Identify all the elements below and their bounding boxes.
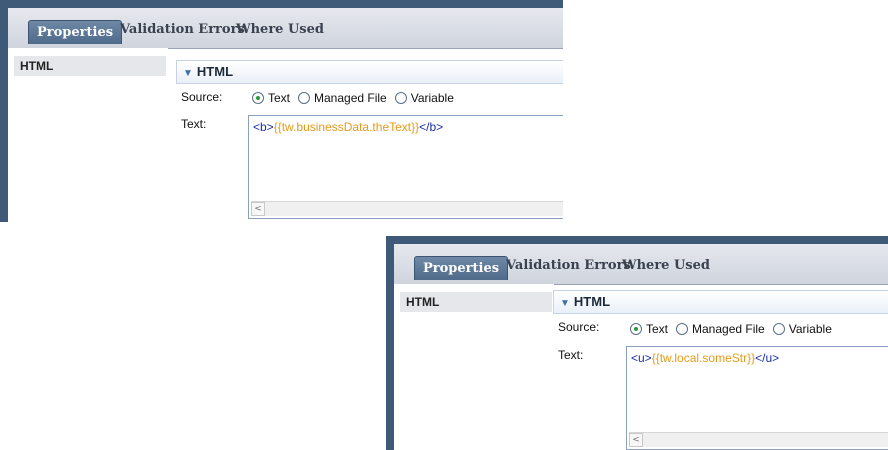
radio-variable-label: Variable [788, 322, 832, 336]
tab-where-used[interactable]: Where Used [236, 22, 324, 37]
radio-variable[interactable]: Variable [394, 91, 454, 105]
code-line: <b>{{tw.businessData.theText}}</b> [253, 120, 443, 134]
text-label: Text: [558, 348, 584, 362]
window-frame-left [386, 236, 394, 450]
radio-text-label: Text [268, 91, 291, 105]
section-header-html[interactable]: ▼ HTML [176, 60, 563, 84]
sidebar-item-html[interactable]: HTML [14, 56, 166, 76]
sidebar: HTML [8, 48, 168, 222]
source-radio-group: Text Managed File Variable [252, 91, 462, 105]
tab-properties[interactable]: Properties [414, 256, 509, 280]
radio-unselected-icon [772, 323, 785, 335]
open-tag: <b> [253, 120, 274, 134]
html-text-editor[interactable]: <b>{{tw.businessData.theText}}</b> < [248, 115, 563, 219]
open-tag: <u> [631, 351, 652, 365]
source-label: Source: [181, 90, 223, 104]
radio-text[interactable]: Text [252, 91, 290, 105]
scroll-left-arrow-icon[interactable]: < [629, 433, 643, 447]
radio-managed-file[interactable]: Managed File [298, 91, 387, 105]
window-frame-top [386, 236, 888, 244]
section-title: HTML [196, 64, 234, 79]
triangle-down-icon: ▼ [183, 68, 193, 79]
radio-managed-file-label: Managed File [314, 91, 387, 105]
close-tag: </u> [755, 351, 780, 365]
radio-selected-icon [630, 323, 642, 335]
code-line: <u>{{tw.local.someStr}}</u> [631, 351, 779, 365]
tab-validation-errors[interactable]: Validation Errors [120, 22, 245, 37]
tab-bar: Properties Validation Errors Where Used [394, 244, 888, 285]
tab-properties[interactable]: Properties [28, 20, 123, 44]
expression: {{tw.businessData.theText}} [273, 120, 420, 134]
triangle-down-icon: ▼ [560, 298, 570, 309]
radio-unselected-icon [298, 92, 311, 104]
horizontal-scrollbar[interactable]: < [629, 432, 888, 447]
sidebar-item-html[interactable]: HTML [400, 292, 552, 312]
close-tag: </b> [419, 120, 444, 134]
scroll-left-arrow-icon[interactable]: < [251, 202, 265, 216]
expression: {{tw.local.someStr}} [651, 351, 756, 365]
properties-panel-1: Properties Validation Errors Where Used … [0, 0, 563, 222]
section-header-html[interactable]: ▼ HTML [553, 290, 888, 314]
tab-validation-errors[interactable]: Validation Errors [506, 258, 631, 273]
radio-selected-icon [252, 92, 264, 104]
radio-managed-file[interactable]: Managed File [676, 322, 765, 336]
radio-unselected-icon [676, 323, 689, 335]
radio-variable[interactable]: Variable [772, 322, 832, 336]
radio-unselected-icon [394, 92, 407, 104]
radio-text-label: Text [646, 322, 669, 336]
radio-variable-label: Variable [410, 91, 454, 105]
source-radio-group: Text Managed File Variable [630, 322, 840, 336]
radio-text[interactable]: Text [630, 322, 668, 336]
window-frame-top [0, 0, 563, 8]
window-frame-left [0, 0, 8, 222]
section-title: HTML [573, 294, 611, 309]
source-label: Source: [558, 320, 600, 334]
properties-panel-2: Properties Validation Errors Where Used … [386, 236, 888, 450]
radio-managed-file-label: Managed File [692, 322, 765, 336]
sidebar: HTML [394, 284, 554, 450]
horizontal-scrollbar[interactable]: < [251, 201, 563, 216]
tab-where-used[interactable]: Where Used [622, 258, 710, 273]
html-text-editor[interactable]: <u>{{tw.local.someStr}}</u> < [626, 346, 888, 450]
text-label: Text: [181, 117, 207, 131]
tab-bar: Properties Validation Errors Where Used [8, 8, 563, 49]
